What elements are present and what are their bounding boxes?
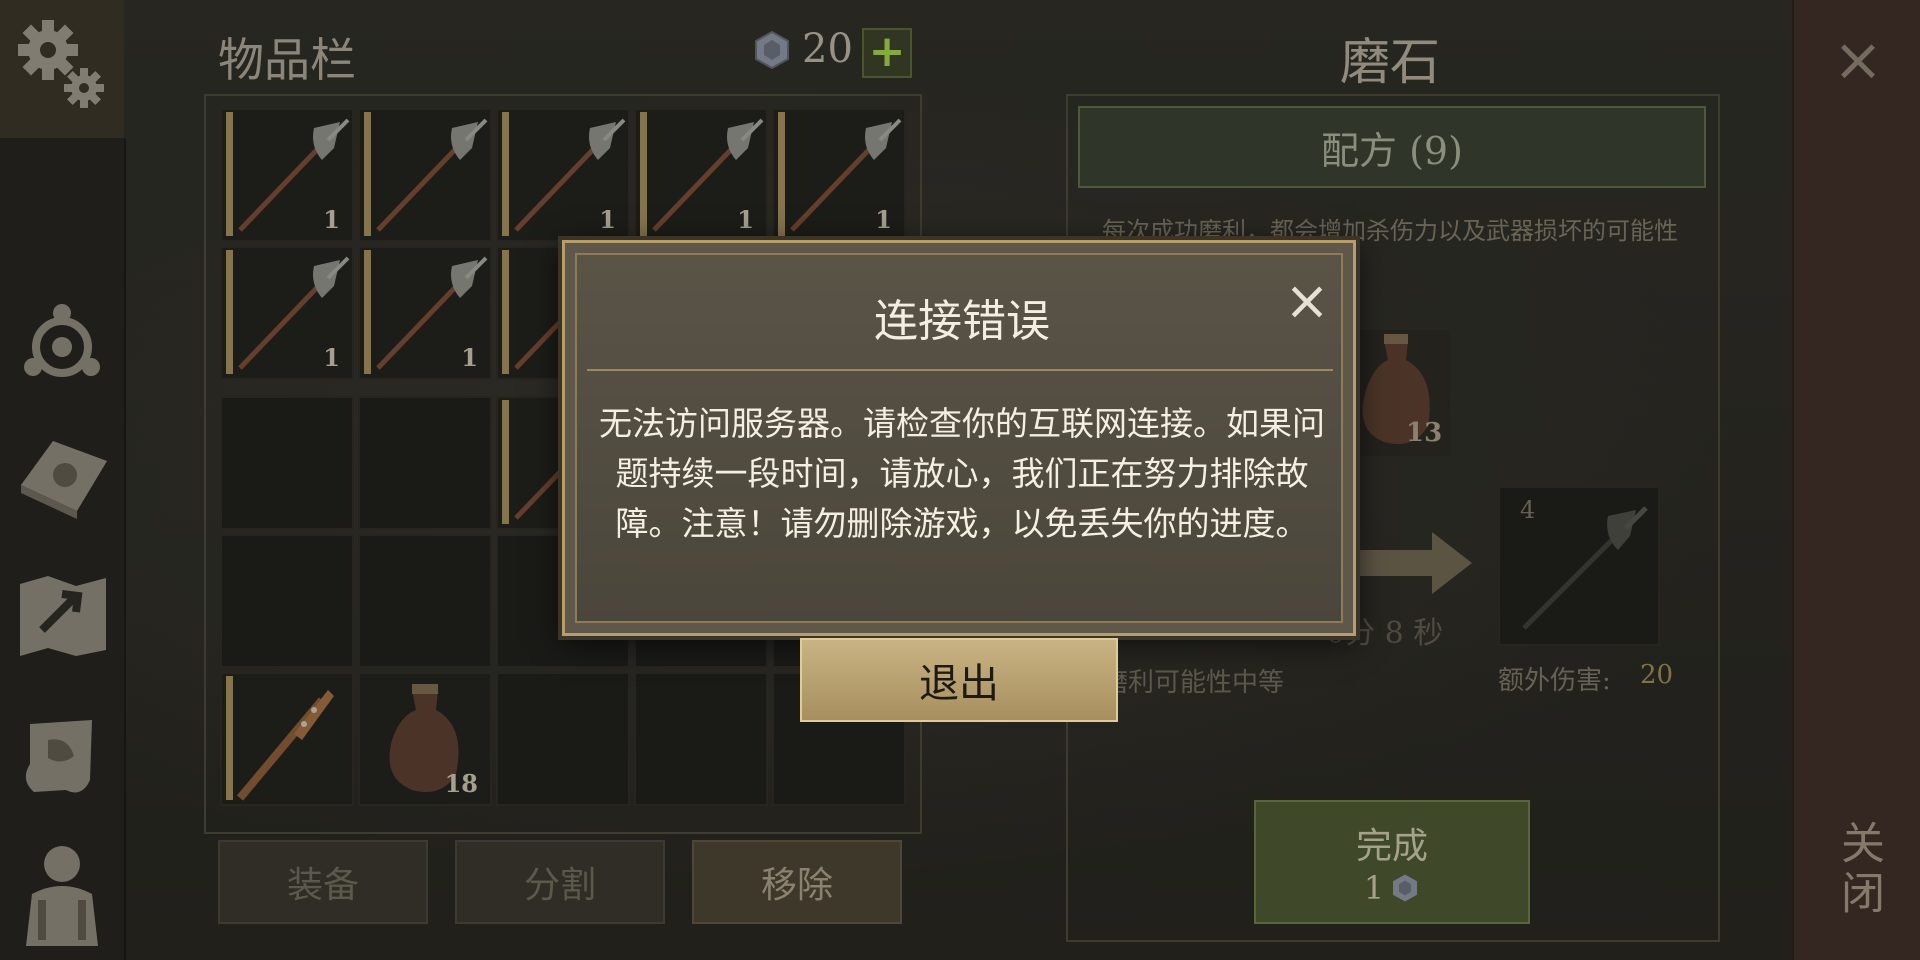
dialog-divider <box>587 369 1333 371</box>
dialog-message: 无法访问服务器。请检查你的互联网连接。如果问题持续一段时间，请放心，我们正在努力… <box>599 404 1325 543</box>
dialog-close-icon[interactable]: × <box>1277 273 1337 333</box>
exit-button[interactable]: 退出 <box>800 638 1118 722</box>
dialog-title: 连接错误 <box>874 296 1050 347</box>
connection-error-dialog: 连接错误 × 无法访问服务器。请检查你的互联网连接。如果问题持续一段时间，请放心… <box>562 240 1356 636</box>
